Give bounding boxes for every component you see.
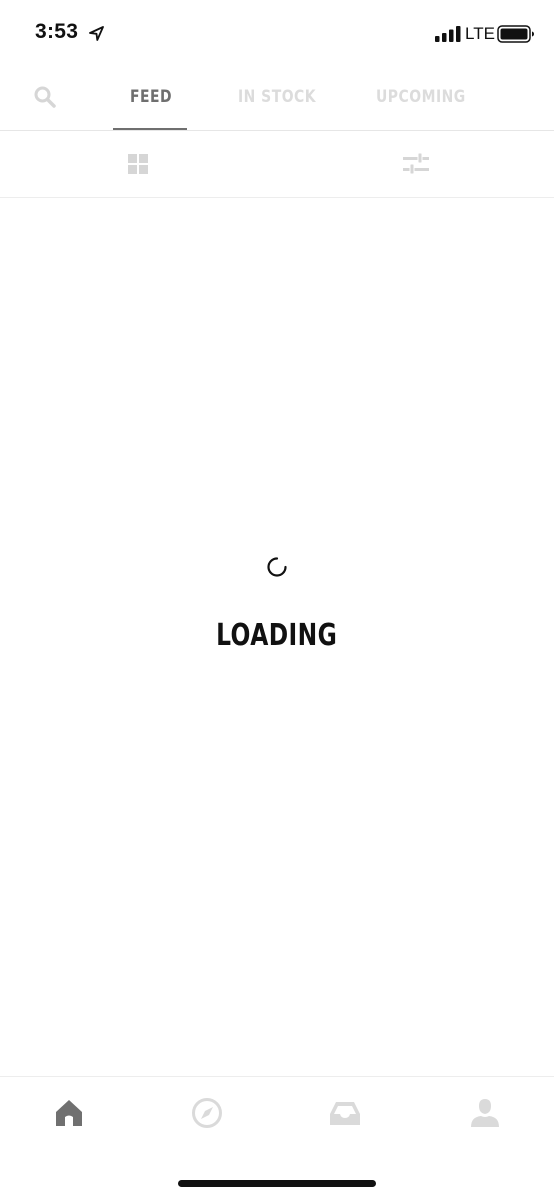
filter-icon[interactable]: [402, 152, 430, 176]
battery-icon: [497, 25, 534, 43]
search-icon[interactable]: [34, 86, 56, 108]
signal-strength-icon: [435, 26, 461, 42]
status-bar: 3:53 LTE: [0, 0, 554, 66]
top-tab-bar: FEED IN STOCK UPCOMING: [0, 66, 554, 131]
location-arrow-icon: [89, 26, 104, 41]
profile-icon[interactable]: [469, 1097, 501, 1129]
network-type-label: LTE: [465, 24, 495, 43]
home-indicator: [178, 1180, 376, 1187]
feed-toolbar: [0, 131, 554, 198]
loading-spinner-icon: [267, 557, 287, 577]
active-tab-indicator: [113, 128, 187, 130]
discover-compass-icon[interactable]: [191, 1097, 223, 1129]
status-time: 3:53: [35, 20, 79, 43]
inbox-icon[interactable]: [329, 1097, 361, 1129]
loading-label: LOADING: [0, 618, 554, 653]
loading-text: LOADING: [216, 618, 338, 653]
tab-in-stock[interactable]: IN STOCK: [238, 87, 316, 107]
grid-view-icon[interactable]: [128, 154, 148, 174]
home-icon[interactable]: [53, 1097, 85, 1129]
tab-upcoming[interactable]: UPCOMING: [376, 87, 466, 107]
tab-feed[interactable]: FEED: [130, 87, 172, 107]
